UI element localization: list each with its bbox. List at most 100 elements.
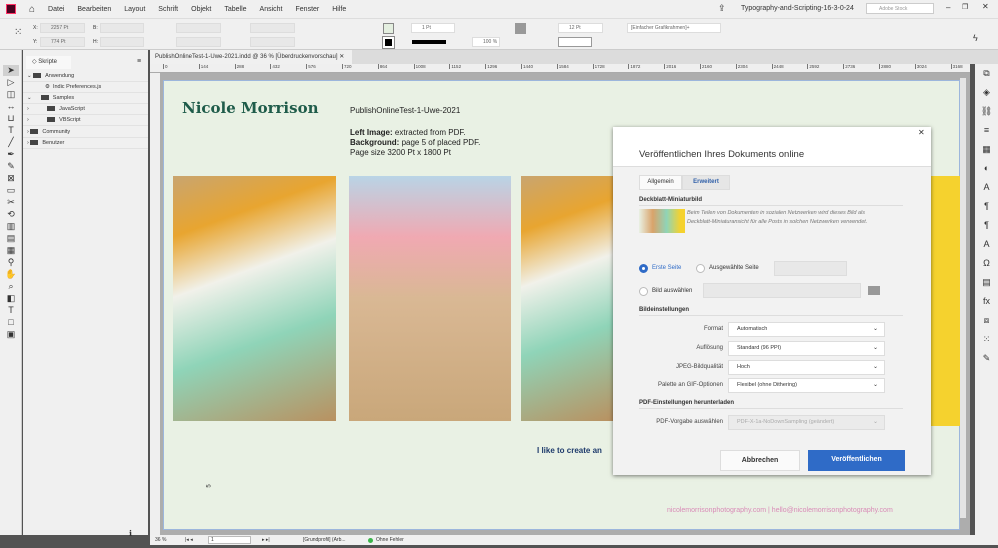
page-tool-icon[interactable]: ◫ <box>3 89 19 100</box>
pencil-tool-icon[interactable]: ✎ <box>3 161 19 172</box>
selection-tool-icon[interactable]: ➤ <box>3 65 19 76</box>
scale-y-field[interactable] <box>176 37 221 47</box>
glyphs-icon[interactable]: Ω <box>975 254 998 273</box>
radio-bild-auswaehlen-label[interactable]: Bild auswählen <box>652 288 692 294</box>
object-style-select[interactable]: [Einfacher Grafikrahmen]+ <box>627 23 721 33</box>
paragraph-styles-icon[interactable]: ¶ <box>975 197 998 216</box>
character-styles-icon[interactable]: A <box>975 178 998 197</box>
photo-cooler-2[interactable] <box>521 176 614 421</box>
fill-swatch[interactable] <box>383 23 394 34</box>
align-panel-icon[interactable]: ⁙ <box>975 330 998 349</box>
radio-bild-auswaehlen[interactable] <box>639 287 648 296</box>
tab-erweitert[interactable]: Erweitert <box>682 175 730 190</box>
properties-icon[interactable]: ✎ <box>975 349 998 368</box>
minimize-icon[interactable]: – <box>946 3 950 12</box>
hand-icon[interactable]: ✋ <box>3 269 19 280</box>
gradient-feather-icon[interactable]: ▤ <box>3 233 19 244</box>
gap-field[interactable]: 12 Pt <box>558 23 603 33</box>
eyedropper-icon[interactable]: ⚲ <box>3 257 19 268</box>
opacity-field[interactable]: 100 % <box>472 37 500 47</box>
dialog-close-icon[interactable]: ✕ <box>918 128 925 137</box>
scale-x-field[interactable] <box>176 23 221 33</box>
zoom-icon[interactable]: ⌕ <box>3 281 19 292</box>
tree-item-benutzer[interactable]: › Benutzer <box>23 138 148 149</box>
home-icon[interactable]: ⌂ <box>29 4 35 15</box>
rectangle-tool-icon[interactable]: ▭ <box>3 185 19 196</box>
menu-layout[interactable]: Layout <box>124 6 145 13</box>
menu-hilfe[interactable]: Hilfe <box>332 6 346 13</box>
tree-item-indic[interactable]: ⚙ Indic Preferences.js <box>23 82 148 93</box>
stroke-icon[interactable]: ≡ <box>975 121 998 140</box>
tree-item-community[interactable]: › Community <box>23 127 148 138</box>
color-icon[interactable]: ◐ <box>975 159 998 178</box>
zoom-level[interactable]: 36 % <box>155 535 166 545</box>
tree-item-anwendung[interactable]: ⌄ Anwendung <box>23 71 148 82</box>
tree-item-samples[interactable]: ⌄ Samples <box>23 93 148 104</box>
content-collector-icon[interactable]: ⊔ <box>3 113 19 124</box>
menu-tabelle[interactable]: Tabelle <box>224 6 246 13</box>
pdf-preset-select[interactable]: PDF-X-1a-NoDownSampling (geändert) ⌄ <box>728 415 885 430</box>
format-select[interactable]: Automatisch ⌄ <box>728 322 885 337</box>
radio-ausgewaehlte-seite[interactable] <box>696 264 705 273</box>
tab-allgemein[interactable]: Allgemein <box>639 175 682 190</box>
radio-erste-seite[interactable] <box>639 264 648 273</box>
type-tool-icon[interactable]: T <box>3 125 19 136</box>
rectangle-frame-icon[interactable]: ⊠ <box>3 173 19 184</box>
fill-stroke-icon[interactable]: ◧ <box>3 293 19 304</box>
height-field[interactable] <box>100 37 144 47</box>
lightning-icon[interactable]: ϟ <box>973 33 978 43</box>
close-tab-icon[interactable]: ✕ <box>339 54 344 60</box>
panel-menu-icon[interactable]: ≡ <box>137 58 141 65</box>
free-transform-icon[interactable]: ⟲ <box>3 209 19 220</box>
tree-item-javascript[interactable]: › JavaScript <box>23 104 148 115</box>
document-tab[interactable]: PublishOnlineTest-1-Uwe-2021.indd @ 36 %… <box>150 50 352 64</box>
radio-erste-seite-label[interactable]: Erste Seite <box>652 265 681 271</box>
stroke-weight-field[interactable]: 1 Pt <box>411 23 455 33</box>
formatting-icon[interactable]: T <box>3 305 19 316</box>
reference-point-icon[interactable]: ⁙ <box>14 27 22 38</box>
y-field[interactable]: 774 Pt <box>40 37 85 47</box>
resolution-select[interactable]: Standard (96 PPI) ⌄ <box>728 341 885 356</box>
layers-icon[interactable]: ◈ <box>975 83 998 102</box>
pen-tool-icon[interactable]: ✒ <box>3 149 19 160</box>
menu-ansicht[interactable]: Ansicht <box>260 6 283 13</box>
direct-selection-icon[interactable]: ▷ <box>3 77 19 88</box>
pages-icon[interactable]: ⧉ <box>975 64 998 83</box>
radio-ausgewaehlte-seite-label[interactable]: Ausgewählte Seite <box>709 265 759 271</box>
adobe-stock-search[interactable]: Adobe Stock <box>866 3 934 14</box>
scissors-icon[interactable]: ✂ <box>3 197 19 208</box>
photo-cooler-1[interactable] <box>173 176 336 421</box>
jpeg-quality-select[interactable]: Hoch ⌄ <box>728 360 885 375</box>
page-stepper[interactable] <box>774 261 847 276</box>
menu-objekt[interactable]: Objekt <box>191 6 211 13</box>
x-field[interactable]: 2257 Pt <box>40 23 85 33</box>
publish-button[interactable]: Veröffentlichen <box>808 450 905 471</box>
pathfinder-icon[interactable]: ⧈ <box>975 311 998 330</box>
line-tool-icon[interactable]: ╱ <box>3 137 19 148</box>
note-icon[interactable]: ▦ <box>3 245 19 256</box>
rotate-field[interactable] <box>250 23 295 33</box>
close-icon[interactable]: ✕ <box>982 2 989 11</box>
screen-mode-icon[interactable]: ▣ <box>3 329 19 340</box>
shear-field[interactable] <box>250 37 295 47</box>
page-number-field[interactable]: 1 <box>208 536 251 544</box>
share-icon[interactable]: ⇪ <box>718 3 726 14</box>
menu-fenster[interactable]: Fenster <box>296 6 320 13</box>
scripts-panel-tab[interactable]: ◇ Skripte <box>26 56 71 69</box>
stroke-type-select[interactable] <box>412 40 446 44</box>
preflight-profile[interactable]: [Grundprofil] (Arb... <box>303 535 346 545</box>
cancel-button[interactable]: Abbrechen <box>720 450 800 471</box>
tree-item-vbscript[interactable]: › VBScript <box>23 115 148 126</box>
page-nav-prev-icon[interactable]: |◂ ◂ <box>185 535 193 545</box>
links-icon[interactable]: ⛓ <box>975 102 998 121</box>
swatches-icon[interactable]: ▦ <box>975 140 998 159</box>
photo-beach-walk[interactable] <box>349 176 511 421</box>
restore-icon[interactable]: ❐ <box>962 3 968 11</box>
effects-icon[interactable]: fx <box>975 292 998 311</box>
preflight-status[interactable]: Ohne Fehler <box>376 535 404 545</box>
menu-bearbeiten[interactable]: Bearbeiten <box>77 6 111 13</box>
menu-datei[interactable]: Datei <box>48 6 64 13</box>
stroke-swatch[interactable] <box>382 36 395 49</box>
document-title[interactable]: Typography-and-Scripting-16-3-0-24 <box>741 5 854 12</box>
image-path-field[interactable] <box>703 283 861 298</box>
